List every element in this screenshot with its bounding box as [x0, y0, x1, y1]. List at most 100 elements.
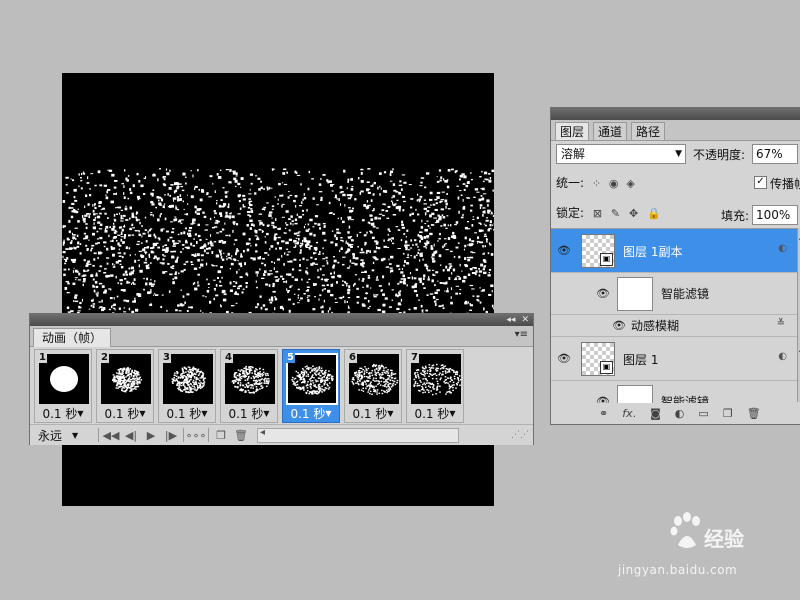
tween-icon[interactable]: ∘∘∘ — [186, 426, 207, 444]
fill-input[interactable]: 100% — [752, 205, 798, 225]
frame-delay-dropdown[interactable]: 0.1 秒▼ — [35, 407, 91, 421]
eye-icon[interactable]: 👁 — [591, 381, 615, 403]
frame-3[interactable]: 3 0.1 秒▼ — [158, 349, 216, 423]
delete-frame-icon[interactable]: 🗑 — [231, 426, 251, 444]
opacity-input[interactable]: 67% — [752, 144, 798, 164]
delete-layer-icon[interactable]: 🗑 — [747, 407, 761, 420]
lock-label: 锁定: — [556, 206, 585, 220]
animation-controls: 永远 ▼ ◀◀ ◀| ▶ |▶ ∘∘∘ ❐ 🗑 ◂ ⋰⋰ — [30, 424, 533, 445]
fx-icon[interactable]: fx. — [622, 407, 636, 420]
frame-2[interactable]: 2 0.1 秒▼ — [96, 349, 154, 423]
animation-panel-titlebar[interactable]: ◂◂ ✕ — [30, 314, 533, 326]
chevron-down-icon: ▼ — [77, 409, 84, 418]
panel-menu-icon[interactable]: ▾≡ — [515, 329, 528, 340]
frame-delay-text: 0.1 秒 — [352, 407, 388, 421]
unify-visibility-icon[interactable]: ◉ — [609, 177, 619, 190]
lock-transparency-icon[interactable]: ⊠ — [593, 207, 602, 220]
add-mask-icon[interactable]: ◙ — [650, 407, 661, 420]
frame-delay-text: 0.1 秒 — [42, 407, 78, 421]
propagate-frame-checkbox[interactable]: ✓ — [754, 176, 767, 189]
smart-filter-toggle-icon[interactable]: ◐ — [778, 351, 787, 362]
chevron-down-icon: ▼ — [449, 409, 456, 418]
first-frame-icon[interactable]: ◀◀ — [101, 426, 121, 444]
smart-object-icon: ▣ — [600, 361, 613, 374]
frame-number: 2 — [100, 352, 109, 363]
paw-logo-icon — [670, 512, 700, 548]
smart-filter-label: 智能滤镜 — [661, 287, 710, 301]
chevron-down-icon: ▼ — [387, 409, 394, 418]
smart-filter-row[interactable]: 👁 智能滤镜 — [551, 273, 800, 315]
eye-icon[interactable]: 👁 — [607, 315, 631, 336]
tab-channels[interactable]: 通道 — [593, 122, 628, 140]
layers-tab-row: 图层 通道 路径 — [551, 120, 800, 141]
frame-5[interactable]: 5 0.1 秒▼ — [282, 349, 340, 423]
link-layers-icon[interactable]: ⚭ — [599, 407, 608, 420]
layer-thumbnail: ▣ — [581, 234, 615, 268]
layers-panel-titlebar[interactable] — [551, 108, 800, 120]
frame-number: 4 — [224, 352, 233, 363]
play-icon[interactable]: ▶ — [141, 426, 161, 444]
baidu-watermark: 经验 jingyan.baidu.com — [610, 512, 770, 585]
watermark-url: jingyan.baidu.com — [618, 563, 738, 577]
tab-animation-frames[interactable]: 动画（帧） — [33, 328, 112, 347]
unify-row: 统一: ⁘ ◉ ◈ ✓ 传播帧 — [556, 174, 800, 194]
layers-bottom-toolbar: ⚭ fx. ◙ ◐ ▭ ❐ 🗑 — [551, 402, 800, 424]
frame-delay-text: 0.1 秒 — [166, 407, 202, 421]
next-frame-icon[interactable]: |▶ — [161, 426, 181, 444]
frame-delay-text: 0.1 秒 — [104, 407, 140, 421]
unify-style-icon[interactable]: ◈ — [626, 177, 634, 190]
lock-row: 锁定: ⊠ ✎ ✥ 🔒 填充: 100% — [556, 204, 800, 226]
frame-delay-dropdown[interactable]: 0.1 秒▼ — [159, 407, 215, 421]
new-group-icon[interactable]: ▭ — [698, 407, 708, 420]
resize-grip-icon[interactable]: ⋰⋰ — [511, 430, 529, 440]
frame-delay-dropdown[interactable]: 0.1 秒▼ — [221, 407, 277, 421]
layer-row-base[interactable]: 👁 ▣ 图层 1 ◐ — [551, 337, 800, 381]
frame-delay-dropdown[interactable]: 0.1 秒▼ — [407, 407, 463, 421]
filter-mask-thumbnail — [617, 385, 653, 403]
blend-row: 溶解 ▼ 不透明度: 67% — [556, 144, 800, 166]
frame-number: 1 — [38, 352, 47, 363]
duplicate-frame-icon[interactable]: ❐ — [211, 426, 231, 444]
lock-all-icon[interactable]: 🔒 — [647, 207, 661, 220]
smart-filter-toggle-icon[interactable]: ◐ — [778, 243, 787, 254]
dissolve-noise-layer — [62, 168, 494, 318]
chevron-left-icon[interactable]: ◂ — [260, 427, 265, 438]
chevron-down-icon: ▼ — [201, 409, 208, 418]
tab-paths[interactable]: 路径 — [631, 122, 666, 140]
panel-close-icon[interactable]: ✕ — [521, 314, 529, 326]
eye-icon[interactable]: 👁 — [551, 337, 577, 380]
filter-row-motion-blur[interactable]: 👁 动感模糊 ≚ — [551, 315, 800, 337]
frame-6[interactable]: 6 0.1 秒▼ — [344, 349, 402, 423]
frame-delay-text: 0.1 秒 — [290, 407, 326, 421]
frame-7[interactable]: 7 0.1 秒▼ — [406, 349, 464, 423]
new-layer-icon[interactable]: ❐ — [723, 407, 733, 420]
chevron-down-icon: ▼ — [139, 409, 146, 418]
lock-position-icon[interactable]: ✥ — [629, 207, 638, 220]
frame-delay-dropdown[interactable]: 0.1 秒▼ — [97, 407, 153, 421]
unify-position-icon[interactable]: ⁘ — [592, 177, 601, 190]
frame-1[interactable]: 1 0.1 秒▼ — [34, 349, 92, 423]
loop-options-dropdown[interactable]: 永远 ▼ — [30, 427, 96, 444]
frame-delay-text: 0.1 秒 — [228, 407, 264, 421]
lock-pixels-icon[interactable]: ✎ — [611, 207, 620, 220]
smart-object-icon: ▣ — [600, 253, 613, 266]
eye-icon[interactable]: 👁 — [551, 229, 577, 272]
frame-4[interactable]: 4 0.1 秒▼ — [220, 349, 278, 423]
divider — [208, 428, 209, 442]
chevron-down-icon: ▼ — [72, 430, 79, 440]
layer-row-copy[interactable]: 👁 ▣ 图层 1副本 ◐ — [551, 229, 800, 273]
frame-delay-dropdown[interactable]: 0.1 秒▼ — [283, 407, 339, 421]
previous-frame-icon[interactable]: ◀| — [121, 426, 141, 444]
blend-mode-select[interactable]: 溶解 ▼ — [556, 144, 686, 164]
frame-delay-dropdown[interactable]: 0.1 秒▼ — [345, 407, 401, 421]
eye-icon[interactable]: 👁 — [591, 273, 615, 314]
frame-number: 7 — [410, 352, 419, 363]
panel-collapse-icon[interactable]: ◂◂ — [506, 314, 515, 326]
unify-label: 统一: — [556, 176, 585, 190]
tab-layers[interactable]: 图层 — [555, 122, 590, 140]
chevron-down-icon: ▼ — [325, 409, 332, 418]
adjustment-layer-icon[interactable]: ◐ — [675, 407, 685, 420]
smart-filter-row[interactable]: 👁 智能滤镜 — [551, 381, 800, 403]
frame-strip-scrollbar[interactable]: ◂ — [257, 427, 459, 443]
filter-blending-options-icon[interactable]: ≚ — [777, 318, 785, 329]
